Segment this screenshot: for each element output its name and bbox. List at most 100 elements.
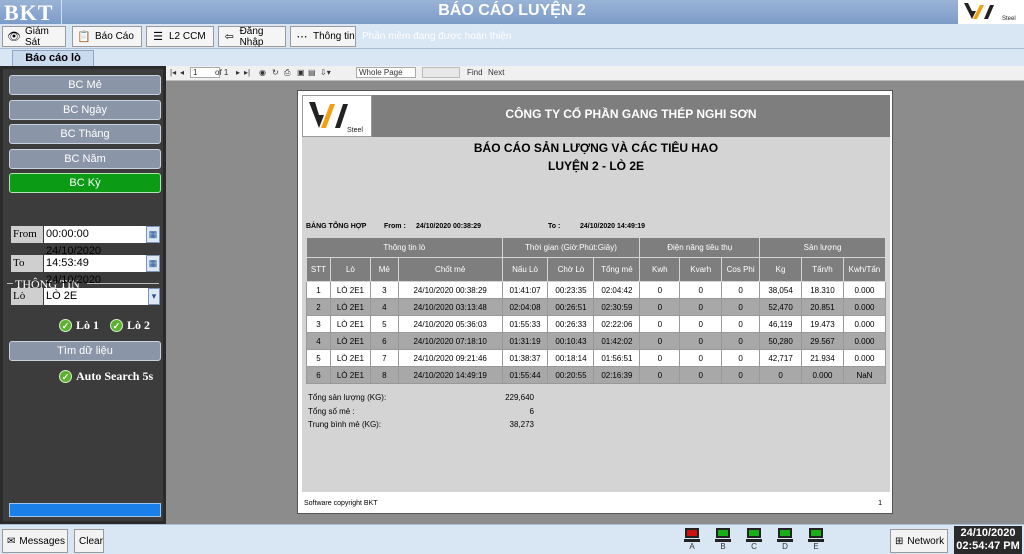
table-cell: 18.310 xyxy=(801,281,844,299)
messages-icon: ✉ xyxy=(7,535,16,547)
report-logo-sub-text: Steel xyxy=(347,127,363,134)
station-status-e[interactable]: E xyxy=(808,528,824,551)
chevron-down-icon[interactable]: ▾ xyxy=(148,288,160,305)
total-output-value: 229,640 xyxy=(505,393,534,402)
report-button[interactable]: 📋 Báo Cáo xyxy=(72,26,142,47)
column-header: Nấu Lò xyxy=(501,257,549,282)
monitor-icon xyxy=(685,528,699,538)
find-button[interactable]: Find xyxy=(467,68,483,77)
station-status-c[interactable]: C xyxy=(746,528,762,551)
zoom-select[interactable]: Whole Page xyxy=(356,67,416,78)
eye-icon: 👁 xyxy=(7,31,21,43)
monitor-button[interactable]: 👁 Giám Sát xyxy=(2,25,66,48)
furnace-select[interactable]: LÒ 2E xyxy=(44,288,154,305)
export-icon[interactable]: ⇩▾ xyxy=(320,68,331,77)
station-label: A xyxy=(689,542,695,551)
table-cell: 01:55:33 xyxy=(501,315,549,333)
to-input[interactable]: 14:53:49 24/10/2020 xyxy=(44,255,146,286)
station-status-a[interactable]: A xyxy=(684,528,700,551)
monitor-label: Giám Sát xyxy=(24,25,49,48)
table-cell: 00:26:51 xyxy=(547,298,595,316)
table-cell: 0 xyxy=(721,281,761,299)
info-label: Thông tin xyxy=(313,31,355,42)
next-page-icon[interactable]: ▸ xyxy=(236,68,240,77)
group-header: Thời gian (Giờ:Phút:Giây) xyxy=(501,237,641,258)
table-cell: 0 xyxy=(721,332,761,350)
app-title: BÁO CÁO LUYỆN 2 xyxy=(438,2,586,19)
report-day-button[interactable]: BC Ngày xyxy=(9,100,161,120)
prev-page-icon[interactable]: ◂ xyxy=(180,68,184,77)
column-header: Kvarh xyxy=(679,257,723,282)
table-cell: 0 xyxy=(721,315,761,333)
furnace-2-check[interactable]: ✓ Lò 2 xyxy=(110,318,150,333)
table-cell: 0 xyxy=(679,281,723,299)
first-page-icon[interactable]: |◂ xyxy=(170,68,176,77)
report-viewer: |◂ ◂ 1 of 1 ▸ ▸| ◉ ↻ ⎙ ▣ ▤ ⇩▾ Whole Page… xyxy=(166,66,1024,524)
to-calendar-icon[interactable]: ▦ xyxy=(146,255,160,272)
to-label: To xyxy=(11,255,43,272)
from-calendar-icon[interactable]: ▦ xyxy=(146,226,160,243)
page-setup-icon[interactable]: ▤ xyxy=(308,68,316,77)
network-button[interactable]: ⊞ Network xyxy=(890,529,948,553)
group-header: Thông tin lò xyxy=(306,237,503,258)
total-batches-row: Tổng số mẻ : 6 xyxy=(308,407,534,416)
table-cell: 6 xyxy=(369,332,399,350)
report-title: BÁO CÁO SẢN LƯỢNG VÀ CÁC TIÊU HAO xyxy=(473,141,719,155)
station-status-d[interactable]: D xyxy=(777,528,793,551)
furnace-1-check[interactable]: ✓ Lò 1 xyxy=(59,318,99,333)
table-cell: 1 xyxy=(306,281,331,299)
column-header: Mẻ xyxy=(369,257,399,282)
messages-button[interactable]: ✉ Messages xyxy=(2,529,68,553)
report-month-button[interactable]: BC Tháng xyxy=(9,124,161,144)
stop-icon[interactable]: ◉ xyxy=(259,68,266,77)
refresh-icon[interactable]: ↻ xyxy=(272,68,279,77)
table-cell: 2 xyxy=(306,298,331,316)
table-cell: 4 xyxy=(306,332,331,350)
column-header: Lò xyxy=(329,257,371,282)
table-cell: 29.567 xyxy=(801,332,844,350)
auto-search-check[interactable]: ✓ Auto Search 5s xyxy=(59,369,153,384)
network-icon: ⊞ xyxy=(895,535,904,547)
table-cell: 0 xyxy=(679,298,723,316)
find-input[interactable] xyxy=(422,67,460,78)
l2-ccm-button[interactable]: ☰ L2 CCM xyxy=(146,26,214,47)
info-button[interactable]: ⋯ Thông tin xyxy=(290,26,356,47)
l2-ccm-label: L2 CCM xyxy=(169,31,206,42)
report-to-label: To : xyxy=(548,223,561,230)
table-cell: 0 xyxy=(639,315,681,333)
report-year-button[interactable]: BC Năm xyxy=(9,149,161,169)
table-cell: 5 xyxy=(306,349,331,367)
table-cell: 0.000 xyxy=(801,366,844,384)
report-period-button[interactable]: BC Kỳ xyxy=(9,173,161,193)
page-current: 1 xyxy=(193,68,198,77)
table-row: 3 LÒ 2E1 5 24/10/2020 05:36:03 01:55:33 00:26… xyxy=(306,315,887,333)
table-cell: 0.000 xyxy=(842,315,887,333)
report-logo: Steel xyxy=(302,95,372,137)
print-icon[interactable]: ⎙ xyxy=(284,68,290,78)
station-status-b[interactable]: B xyxy=(715,528,731,551)
table-cell: 0 xyxy=(639,281,681,299)
table-cell: 24/10/2020 03:13:48 xyxy=(397,298,503,316)
table-cell: 01:31:19 xyxy=(501,332,549,350)
table-cell: 38,054 xyxy=(759,281,803,299)
table-cell: LÒ 2E1 xyxy=(329,315,371,333)
table-row: 6 LÒ 2E1 8 24/10/2020 14:49:19 01:55:44 00:20… xyxy=(306,366,887,384)
status-message: Phần mềm đang được hoàn thiện xyxy=(362,31,512,42)
clear-button[interactable]: Clear xyxy=(74,529,104,553)
table-cell: 0.000 xyxy=(842,332,887,350)
table-row: 2 LÒ 2E1 4 24/10/2020 03:13:48 02:04:08 00:26… xyxy=(306,298,887,316)
report-batch-button[interactable]: BC Mẻ xyxy=(9,75,161,95)
login-button[interactable]: ⇦ Đăng Nhập xyxy=(218,26,286,48)
next-button[interactable]: Next xyxy=(488,68,504,77)
search-data-button[interactable]: Tìm dữ liệu xyxy=(9,341,161,361)
last-page-icon[interactable]: ▸| xyxy=(244,68,250,77)
table-cell: LÒ 2E1 xyxy=(329,281,371,299)
furnace-1-label: Lò 1 xyxy=(76,318,100,332)
report-from-label: From : xyxy=(384,223,406,230)
table-cell: 00:23:35 xyxy=(547,281,595,299)
tab-furnace-report[interactable]: Báo cáo lò xyxy=(12,50,94,66)
main-toolbar: 👁 Giám Sát 📋 Báo Cáo ☰ L2 CCM ⇦ Đăng Nhậ… xyxy=(0,24,1024,49)
total-batches-label: Tổng số mẻ : xyxy=(308,407,355,416)
from-input[interactable]: 00:00:00 24/10/2020 xyxy=(44,226,146,257)
print-layout-icon[interactable]: ▣ xyxy=(297,68,305,77)
